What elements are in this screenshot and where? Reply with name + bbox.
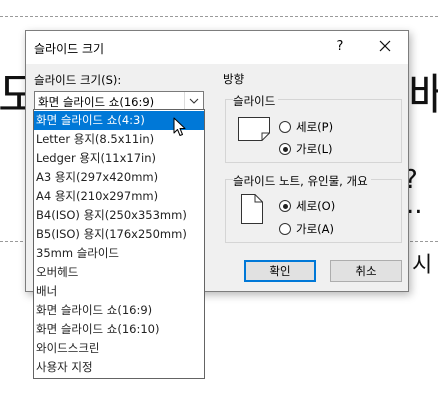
slide-size-label: 슬라이드 크기(S): bbox=[34, 73, 122, 87]
dropdown-option[interactable]: Ledger 용지(11x17in) bbox=[34, 149, 204, 168]
slide-placeholder-border bbox=[0, 16, 438, 17]
dropdown-option[interactable]: 화면 슬라이드 쇼(16:9) bbox=[34, 301, 204, 320]
dropdown-option[interactable]: 사용자 지정 bbox=[34, 358, 204, 377]
mouse-pointer-icon bbox=[173, 117, 186, 136]
slide-size-dropdown-list: 화면 슬라이드 쇼(4:3) Letter 용지(8.5x11in) Ledge… bbox=[33, 109, 205, 379]
radio-circle bbox=[279, 121, 291, 133]
close-button[interactable] bbox=[370, 35, 400, 59]
dropdown-option[interactable]: 오버헤드 bbox=[34, 263, 204, 282]
dropdown-option[interactable]: 배너 bbox=[34, 282, 204, 301]
slides-landscape-radio[interactable]: 가로(L) bbox=[279, 141, 333, 157]
combobox-dropdown-button[interactable] bbox=[184, 92, 203, 110]
dialog-title: 슬라이드 크기 bbox=[34, 42, 105, 56]
help-button[interactable]: ? bbox=[328, 35, 352, 59]
slides-group-label: 슬라이드 bbox=[233, 93, 279, 109]
notes-landscape-radio[interactable]: 가로(A) bbox=[279, 221, 334, 237]
dropdown-option[interactable]: B4(ISO) 용지(250x353mm) bbox=[34, 206, 204, 225]
landscape-page-icon bbox=[238, 117, 270, 141]
radio-circle bbox=[279, 200, 291, 212]
notes-portrait-label: 세로(O) bbox=[296, 199, 336, 213]
radio-circle bbox=[279, 143, 291, 155]
slide-text-fragment: 시 bbox=[412, 253, 433, 278]
cancel-button[interactable]: 취소 bbox=[330, 260, 402, 282]
slide-text-fragment: 배 bbox=[408, 68, 438, 122]
slides-portrait-label: 세로(P) bbox=[296, 120, 334, 134]
notes-portrait-radio[interactable]: 세로(O) bbox=[279, 198, 335, 214]
dropdown-option[interactable]: A3 용지(297x420mm) bbox=[34, 168, 204, 187]
notes-group-label: 슬라이드 노트, 유인물, 개요 bbox=[233, 173, 371, 189]
orientation-label: 방향 bbox=[223, 72, 245, 86]
close-icon bbox=[379, 40, 391, 52]
slide-size-combobox-value: 화면 슬라이드 쇼(16:9) bbox=[38, 95, 155, 109]
dialog-titlebar: 슬라이드 크기 ? bbox=[26, 31, 408, 64]
slides-portrait-radio[interactable]: 세로(P) bbox=[279, 119, 333, 135]
dropdown-option[interactable]: 35mm 슬라이드 bbox=[34, 244, 204, 263]
dropdown-option[interactable]: 와이드스크린 bbox=[34, 339, 204, 358]
dropdown-option[interactable]: 화면 슬라이드 쇼(16:10) bbox=[34, 320, 204, 339]
dropdown-option[interactable]: B5(ISO) 용지(176x250mm) bbox=[34, 225, 204, 244]
portrait-page-icon bbox=[241, 194, 263, 224]
notes-landscape-label: 가로(A) bbox=[296, 222, 334, 236]
ok-button[interactable]: 확인 bbox=[244, 260, 316, 282]
chevron-down-icon bbox=[189, 98, 199, 104]
slides-landscape-label: 가로(L) bbox=[296, 142, 333, 156]
radio-circle bbox=[279, 223, 291, 235]
slide-size-combobox[interactable]: 화면 슬라이드 쇼(16:9) bbox=[34, 91, 204, 111]
dropdown-option[interactable]: A4 용지(210x297mm) bbox=[34, 187, 204, 206]
